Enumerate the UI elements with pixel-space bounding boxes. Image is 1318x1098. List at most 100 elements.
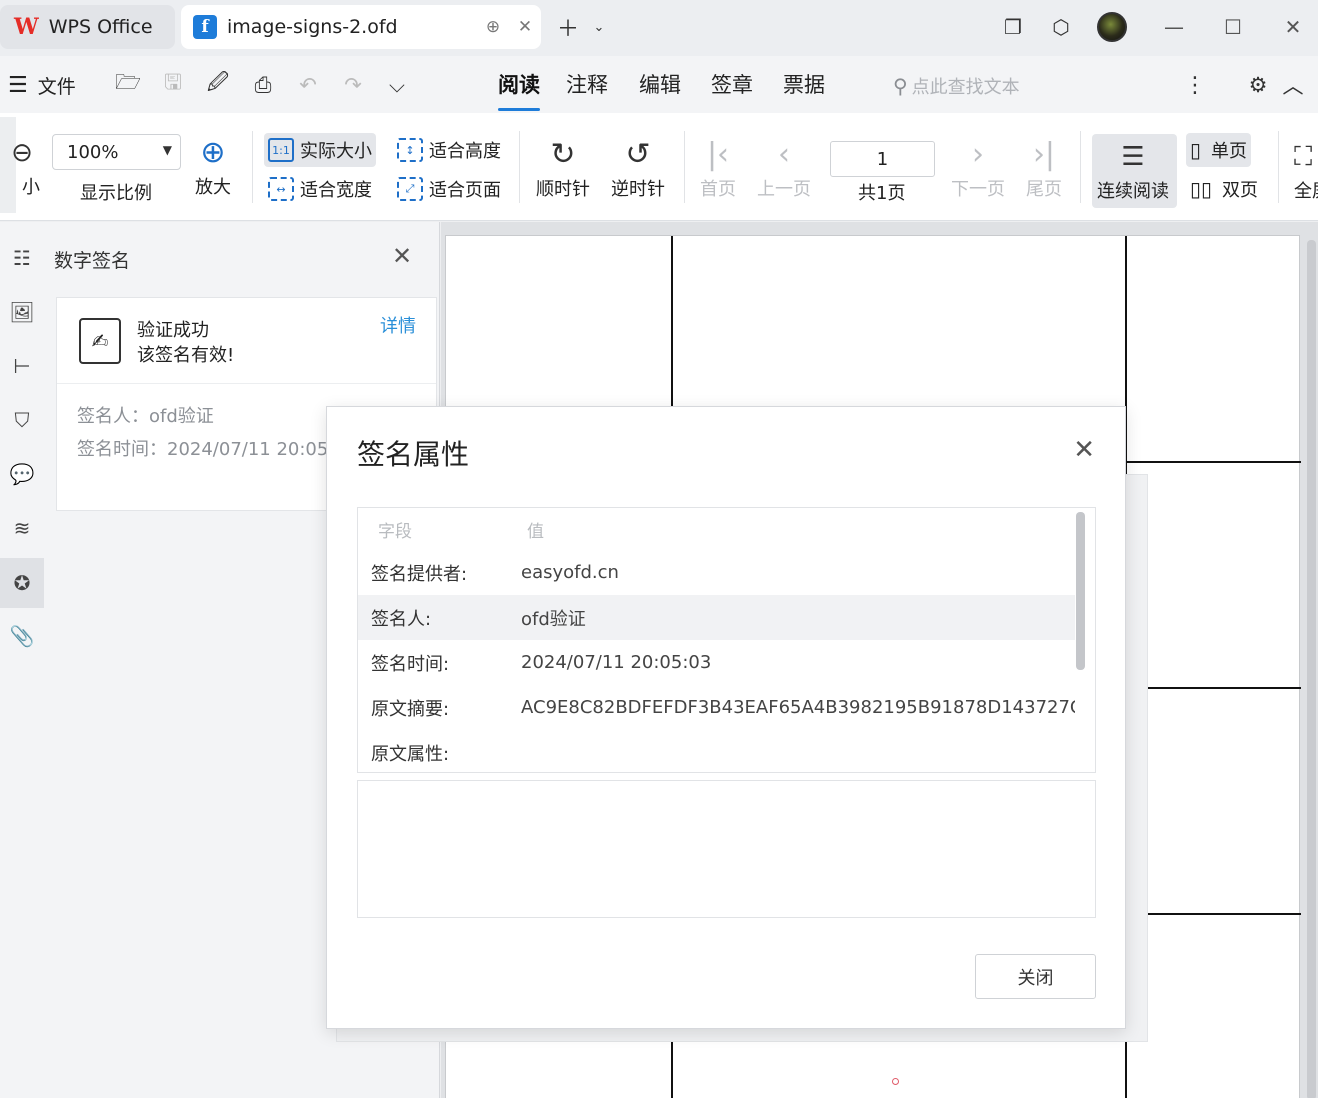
rotate-counterclockwise-icon: ↺ xyxy=(625,137,651,172)
fit-width-icon: ↔ xyxy=(268,177,294,201)
column-value: 值 xyxy=(527,521,544,542)
settings-gear-icon[interactable]: ⚙ xyxy=(1243,70,1273,100)
chevron-right-icon: › xyxy=(972,137,984,172)
fit-height-icon: ↕ xyxy=(397,138,423,162)
sign-time-text: 签名时间：2024/07/11 20:05:03 xyxy=(77,439,358,460)
table-row[interactable]: 原文属性: xyxy=(358,730,1075,772)
signature-properties-dialog: 签名属性 ✕ 字段 值 签名提供者: easyofd.cn 签名人: ofd验证… xyxy=(326,406,1126,1029)
table-row[interactable]: 签名时间: 2024/07/11 20:05:03 xyxy=(358,640,1075,685)
dialog-title: 签名属性 xyxy=(357,438,470,471)
hamburger-icon: ☰ xyxy=(8,72,28,98)
prev-page-button[interactable]: ‹ 上一页 xyxy=(757,135,811,201)
ribbon-toolbar: ⊖ 小 100% ▼ 显示比例 ⊕ 放大 1:1 实际大小 ↔ 适合宽度 ↕ 适… xyxy=(0,113,1318,221)
last-page-button[interactable]: ›| 尾页 xyxy=(1026,135,1062,201)
table-row[interactable]: 原文摘要: AC9E8C82BDFEFDF3B43EAF65A4B3982195… xyxy=(358,685,1075,730)
details-link[interactable]: 详情 xyxy=(380,312,416,338)
collapse-ribbon-icon[interactable]: ︿ xyxy=(1278,70,1308,100)
tab-annotate[interactable]: 注释 xyxy=(566,69,608,103)
table-scrollbar[interactable] xyxy=(1076,512,1085,670)
close-button[interactable]: 关闭 xyxy=(975,954,1096,999)
value-detail-box[interactable] xyxy=(357,780,1096,918)
close-window-icon[interactable]: ✕ xyxy=(1279,10,1307,44)
signature-verified-icon: ✍ xyxy=(79,318,121,364)
chevron-left-icon: ‹ xyxy=(778,137,790,172)
avatar[interactable] xyxy=(1097,10,1127,44)
new-tab-icon[interactable]: ＋ xyxy=(553,10,583,44)
search-box[interactable]: ⚲ 点此查找文本 xyxy=(893,72,1020,100)
tab-document[interactable]: f image-signs-2.ofd ⊕ ✕ xyxy=(181,5,541,49)
window-switch-icon[interactable]: ❐ xyxy=(998,10,1028,44)
actual-size-button[interactable]: 1:1 实际大小 xyxy=(264,133,376,167)
cursor-indicator xyxy=(892,1078,899,1085)
page-number-input[interactable]: 1 xyxy=(830,141,935,177)
save-as-icon[interactable]: 🖉 xyxy=(203,70,233,100)
bookmark-icon[interactable]: ⛉ xyxy=(0,398,44,442)
tab-read[interactable]: 阅读 xyxy=(498,69,540,111)
fullscreen-button[interactable]: ⛶ 全屏 xyxy=(1294,137,1318,203)
zoom-out-button[interactable]: ⊖ 小 xyxy=(4,133,40,199)
left-icon-rail: ☷ 🖼 ⊢ ⛉ 💬 ≋ ✪ 📎 xyxy=(0,222,44,1098)
chevron-down-icon: ▼ xyxy=(162,143,172,157)
tab-label: image-signs-2.ofd xyxy=(227,16,398,38)
tab-edit[interactable]: 编辑 xyxy=(639,69,681,103)
tab-label: WPS Office xyxy=(48,16,153,38)
fit-page-button[interactable]: ⤢ 适合页面 xyxy=(393,172,505,206)
fit-width-button[interactable]: ↔ 适合宽度 xyxy=(264,172,376,206)
close-tab-icon[interactable]: ✕ xyxy=(509,17,541,37)
close-dialog-icon[interactable]: ✕ xyxy=(1073,435,1095,465)
rotate-clockwise-icon: ↻ xyxy=(550,137,576,172)
menu-bar: ☰ 文件 🗁 🖫 🖉 ⎙ ↶ ↷ ⌵ 阅读 注释 编辑 签章 票据 ⚲ 点此查找… xyxy=(0,56,1318,113)
column-field: 字段 xyxy=(378,521,412,542)
zoom-in-button[interactable]: ⊕ 放大 xyxy=(195,133,231,199)
next-page-button[interactable]: › 下一页 xyxy=(951,135,1005,201)
table-row[interactable]: 签名提供者: easyofd.cn xyxy=(358,550,1075,595)
cube-icon[interactable]: ⬡ xyxy=(1046,10,1076,44)
fullscreen-icon: ⛶ xyxy=(1294,142,1313,172)
tab-invoice[interactable]: 票据 xyxy=(783,69,825,103)
verify-detail: 该签名有效! xyxy=(137,345,235,366)
rotate-counterclockwise-button[interactable]: ↺ 逆时针 xyxy=(611,135,665,201)
open-folder-icon[interactable]: 🗁 xyxy=(113,70,143,100)
zoom-select[interactable]: 100% ▼ xyxy=(52,134,181,170)
search-placeholder: 点此查找文本 xyxy=(911,77,1020,98)
search-icon: ⚲ xyxy=(893,74,908,98)
structure-tree-icon[interactable]: ⊢ xyxy=(0,344,44,388)
double-page-button[interactable]: ▯▯ 双页 xyxy=(1186,172,1262,206)
vertical-scrollbar[interactable] xyxy=(1307,240,1316,1098)
save-icon[interactable]: 🖫 xyxy=(158,70,188,100)
fit-height-button[interactable]: ↕ 适合高度 xyxy=(393,133,505,167)
continuous-reading-icon: ☰ xyxy=(1121,142,1145,172)
single-page-button[interactable]: ▯ 单页 xyxy=(1186,133,1252,167)
tab-seal[interactable]: 签章 xyxy=(711,69,753,103)
more-options-icon[interactable]: ⋮ xyxy=(1180,70,1210,100)
thumbnail-icon[interactable]: 🖼 xyxy=(0,290,44,334)
panel-title: 数字签名 xyxy=(54,250,131,272)
undo-icon[interactable]: ↶ xyxy=(293,70,323,100)
redo-icon[interactable]: ↷ xyxy=(338,70,368,100)
comment-icon[interactable]: 💬 xyxy=(0,452,44,496)
outline-icon[interactable]: ☷ xyxy=(0,236,44,280)
zoom-out-icon: ⊖ xyxy=(11,138,33,168)
attachment-icon[interactable]: 📎 xyxy=(0,614,44,658)
page-total: 共1页 xyxy=(858,183,906,204)
continuous-reading-button[interactable]: ☰ 连续阅读 xyxy=(1097,137,1169,203)
digital-signature-icon[interactable]: ✪ xyxy=(0,558,44,608)
upload-icon[interactable]: ⊕ xyxy=(477,17,509,37)
first-page-button[interactable]: |‹ 首页 xyxy=(700,135,736,201)
chevron-down-icon[interactable]: ⌄ xyxy=(589,10,609,44)
rotate-clockwise-button[interactable]: ↻ 顺时针 xyxy=(536,135,590,201)
file-menu[interactable]: ☰ 文件 xyxy=(8,68,76,102)
maximize-icon[interactable]: ☐ xyxy=(1219,10,1247,44)
last-page-icon: ›| xyxy=(1032,137,1056,172)
table-row[interactable]: 签名人: ofd验证 xyxy=(358,595,1075,640)
tab-wps-office[interactable]: W WPS Office xyxy=(0,5,175,49)
first-page-icon: |‹ xyxy=(706,137,730,172)
double-page-icon: ▯▯ xyxy=(1190,177,1213,201)
fit-page-icon: ⤢ xyxy=(397,177,423,201)
print-icon[interactable]: ⎙ xyxy=(248,70,278,100)
minimize-icon[interactable]: — xyxy=(1160,10,1188,44)
layers-icon[interactable]: ≋ xyxy=(0,506,44,550)
close-panel-icon[interactable]: ✕ xyxy=(392,242,412,270)
actual-size-icon: 1:1 xyxy=(268,138,294,162)
more-dropdown-icon[interactable]: ⌵ xyxy=(382,70,412,100)
